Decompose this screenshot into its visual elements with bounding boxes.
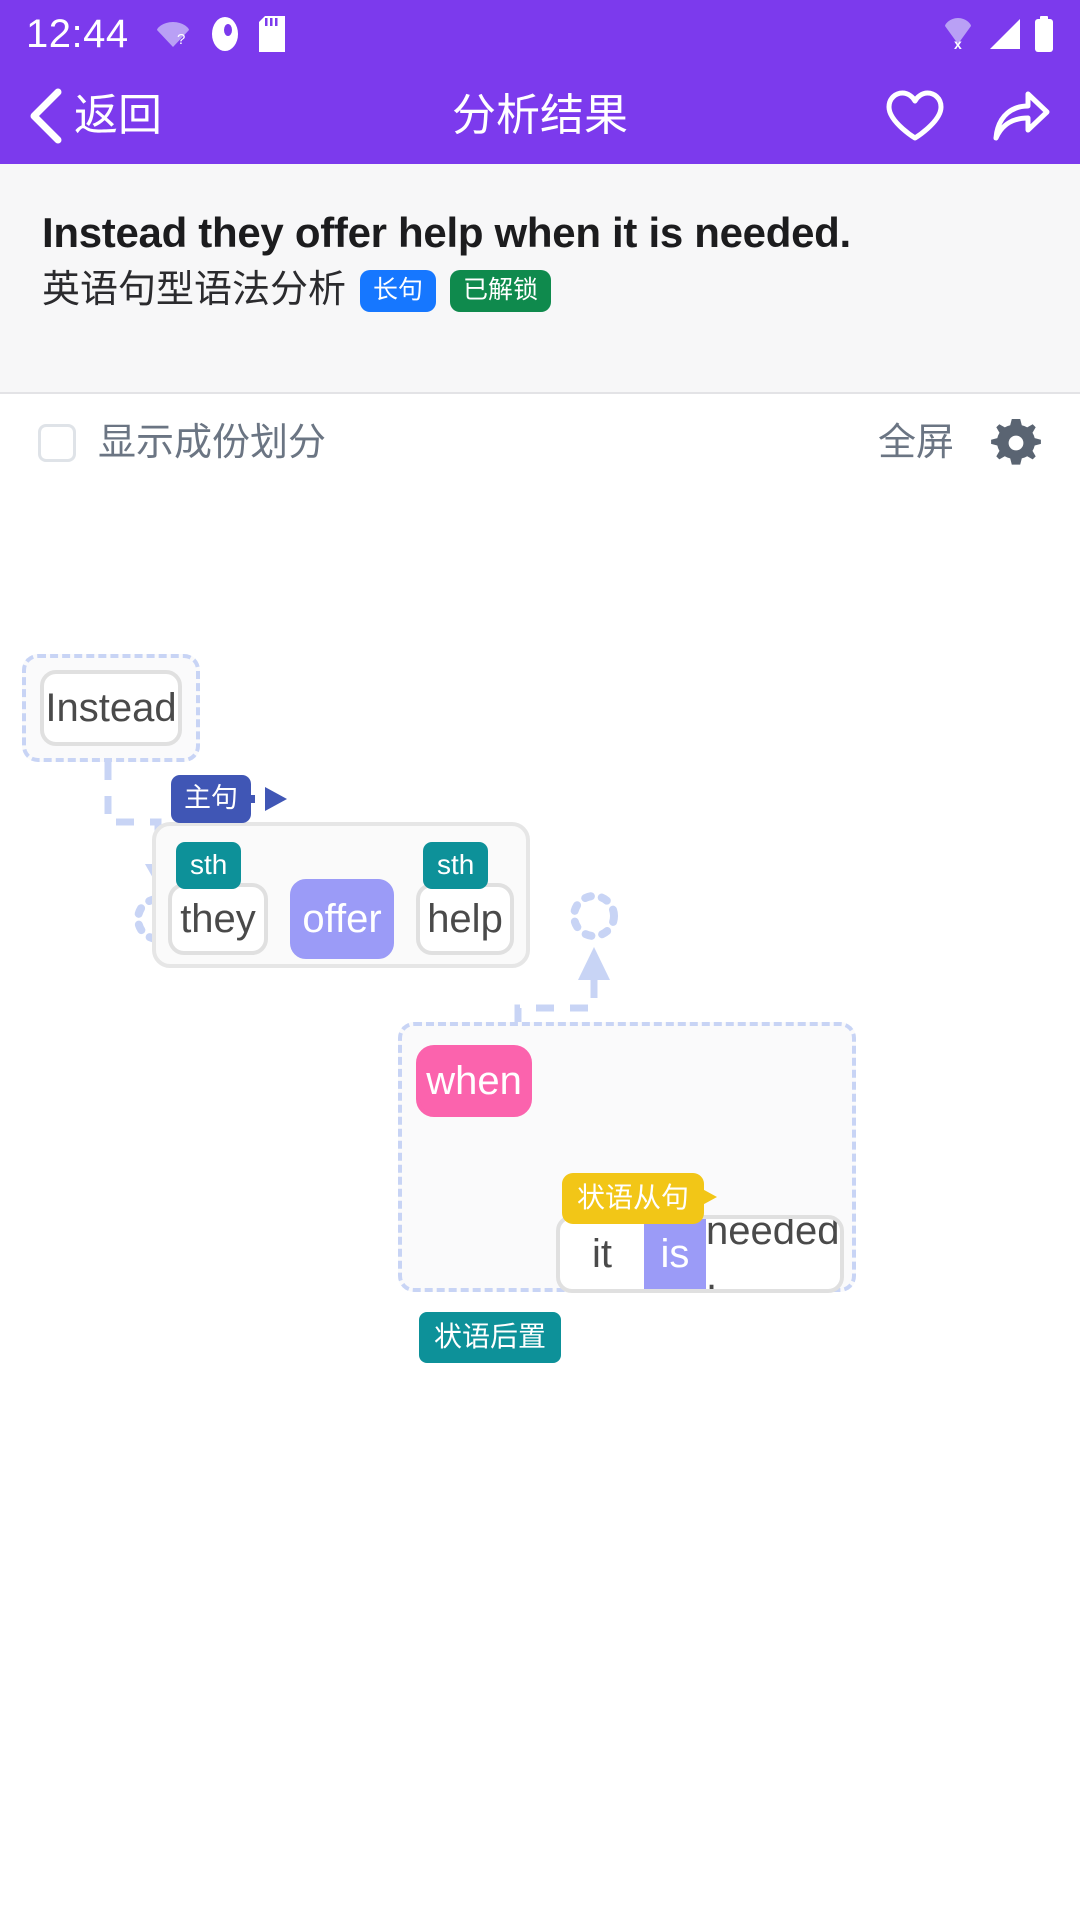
wifi-question-icon: ? bbox=[155, 18, 191, 50]
badge-main-clause-label: 主句 bbox=[184, 783, 238, 813]
word-chip-needed[interactable]: needed . bbox=[706, 1219, 840, 1289]
minitag-object-sth-label: sth bbox=[437, 849, 475, 880]
sd-card-icon bbox=[258, 16, 285, 52]
app-bar: 返回 分析结果 bbox=[0, 68, 1080, 164]
svg-text:x: x bbox=[954, 36, 962, 52]
show-components-label: 显示成份划分 bbox=[98, 422, 327, 464]
minitag-subject-sth: sth bbox=[176, 842, 242, 889]
battery-full-icon bbox=[1034, 16, 1054, 52]
word-label-it: it bbox=[592, 1231, 612, 1276]
sentence-header: Instead they offer help when it is neede… bbox=[0, 164, 1080, 394]
word-chip-when[interactable]: when bbox=[416, 1045, 532, 1117]
status-bar: 12:44 ? x bbox=[0, 0, 1080, 68]
analysis-type-label: 英语句型语法分析 bbox=[42, 268, 347, 311]
word-chip-instead[interactable]: Instead bbox=[40, 670, 182, 746]
word-chip-help[interactable]: help bbox=[416, 883, 514, 955]
heart-icon[interactable] bbox=[884, 88, 946, 144]
gear-icon[interactable] bbox=[990, 417, 1042, 469]
options-bar: 显示成份划分 全屏 bbox=[0, 394, 1080, 492]
word-label-needed: needed . bbox=[706, 1215, 840, 1293]
status-badge-long-sentence: 长句 bbox=[360, 269, 437, 312]
word-label-when: when bbox=[426, 1058, 522, 1103]
chevron-left-icon bbox=[28, 88, 64, 144]
word-label-instead: Instead bbox=[45, 685, 177, 730]
adverbial-clause-word-row[interactable]: it is needed . bbox=[556, 1215, 844, 1293]
word-chip-it[interactable]: it bbox=[560, 1219, 644, 1289]
word-label-is: is bbox=[660, 1231, 690, 1276]
badge-adverbial-clause-label: 状语从句 bbox=[577, 1182, 690, 1213]
back-label: 返回 bbox=[74, 91, 162, 140]
analysis-diagram-canvas[interactable]: Instead 主句 sth they offer sth help when … bbox=[0, 492, 1080, 1920]
word-label-help: help bbox=[427, 896, 503, 941]
minitag-subject-sth-label: sth bbox=[190, 849, 228, 880]
word-chip-they[interactable]: they bbox=[168, 883, 268, 955]
signal-bars-icon bbox=[988, 17, 1022, 51]
word-chip-is[interactable]: is bbox=[644, 1219, 706, 1289]
sentence-subtitle-row: 英语句型语法分析 长句 已解锁 bbox=[42, 268, 1038, 312]
word-chip-offer[interactable]: offer bbox=[290, 879, 394, 959]
badge-adverbial-postposed-label: 状语后置 bbox=[434, 1321, 547, 1352]
status-badge-unlocked: 已解锁 bbox=[450, 269, 552, 312]
wifi-off-icon: x bbox=[942, 16, 976, 52]
minitag-object-sth: sth bbox=[423, 842, 489, 889]
app-notification-icon bbox=[209, 16, 241, 52]
badge-adverbial-postposed: 状语后置 bbox=[419, 1312, 562, 1363]
badge-adverbial-clause: 状语从句 bbox=[562, 1173, 705, 1224]
status-right-icons: x bbox=[942, 16, 1054, 52]
svg-text:?: ? bbox=[177, 31, 185, 48]
status-clock: 12:44 bbox=[26, 11, 129, 56]
sentence-text: Instead they offer help when it is neede… bbox=[42, 209, 851, 256]
word-label-offer: offer bbox=[302, 896, 382, 941]
app-bar-actions bbox=[884, 88, 1052, 144]
back-button[interactable]: 返回 bbox=[28, 88, 162, 144]
fullscreen-button[interactable]: 全屏 bbox=[878, 424, 954, 462]
checkbox-box-icon[interactable] bbox=[38, 424, 76, 462]
show-components-checkbox[interactable]: 显示成份划分 bbox=[38, 424, 326, 462]
word-label-they: they bbox=[180, 896, 256, 941]
status-left-icons: ? bbox=[155, 16, 285, 52]
share-arrow-icon[interactable] bbox=[990, 88, 1052, 144]
badge-main-clause: 主句 bbox=[171, 775, 251, 823]
options-right: 全屏 bbox=[878, 417, 1042, 469]
